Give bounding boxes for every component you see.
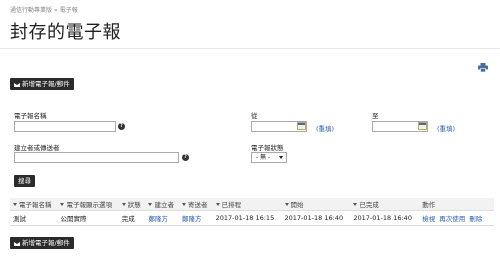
column-header[interactable]: 開始 [281, 198, 351, 211]
sort-arrow-icon [148, 203, 153, 206]
cell-sender[interactable]: 鄭隆方 [179, 210, 213, 226]
column-header[interactable]: 已完成 [350, 198, 420, 211]
column-header[interactable]: 寄送者 [179, 198, 213, 211]
to-label: 至 [372, 112, 379, 120]
search-button[interactable]: 搜尋 [14, 175, 35, 187]
name-input[interactable] [14, 121, 116, 132]
from-label: 從 [251, 112, 258, 120]
delete-link[interactable]: 刪除 [469, 215, 482, 223]
printer-icon[interactable] [478, 63, 488, 72]
status-select[interactable]: - 無 - [251, 152, 287, 163]
table-row: 測試 公開實際 完成 鄭隆方 鄭隆方 2017-01-18 16:15 2017… [10, 210, 494, 226]
new-newsletter-button[interactable]: 新增電子報/郵件 [10, 78, 74, 90]
new-newsletter-button-bottom[interactable]: 新增電子報/郵件 [10, 237, 74, 249]
table-header-row: 電子報名稱 電子報顯示選項 狀態 建立者 寄送者 已排程 開始 已完成 動作 [10, 198, 494, 211]
help-icon[interactable]: ? [118, 123, 125, 130]
name-label: 電子報名稱 [14, 112, 47, 120]
column-header[interactable]: 已排程 [212, 198, 282, 211]
column-header[interactable]: 電子報名稱 [10, 198, 58, 211]
cell-creator[interactable]: 鄭隆方 [145, 210, 180, 226]
cell-start: 2017-01-18 16:40 [281, 210, 351, 226]
results-table: 電子報名稱 電子報顯示選項 狀態 建立者 寄送者 已排程 開始 已完成 動作 測… [10, 198, 494, 226]
creator-input[interactable] [14, 152, 179, 163]
help-icon[interactable]: ? [182, 154, 189, 161]
from-reset-link[interactable]: (重填) [316, 123, 334, 133]
column-header[interactable]: 電子報顯示選項 [57, 198, 119, 211]
cell-done: 2017-01-18 16:40 [350, 210, 420, 226]
divider [0, 48, 500, 49]
column-header[interactable]: 建立者 [145, 198, 180, 211]
sort-arrow-icon [353, 203, 358, 206]
envelope-icon [14, 241, 20, 246]
cell-name: 測試 [10, 210, 58, 226]
breadcrumb-parent[interactable]: 通信行動專業版 [10, 7, 52, 14]
calendar-icon[interactable] [297, 122, 306, 130]
column-header[interactable]: 狀態 [118, 198, 146, 211]
to-reset-link[interactable]: (重填) [437, 123, 455, 133]
view-link[interactable]: 檢視 [422, 215, 435, 223]
page-title: 封存的電子報 [10, 22, 121, 43]
cell-scheduled: 2017-01-18 16:15 [212, 210, 282, 226]
breadcrumb-separator: » [54, 7, 58, 14]
sort-arrow-icon [121, 203, 126, 206]
status-label: 電子報狀態 [251, 144, 284, 152]
chevron-down-icon [279, 156, 283, 159]
cell-display: 公開實際 [57, 210, 119, 226]
envelope-icon [14, 82, 20, 87]
cell-status: 完成 [118, 210, 146, 226]
calendar-icon[interactable] [418, 122, 427, 130]
sort-arrow-icon [13, 203, 17, 206]
breadcrumb: 通信行動專業版» 電子報 [10, 5, 78, 14]
breadcrumb-current: 電子報 [59, 7, 78, 14]
creator-label: 建立者或傳送者 [14, 144, 60, 152]
column-header: 動作 [419, 198, 494, 211]
sort-arrow-icon [215, 203, 220, 206]
sort-arrow-icon [284, 203, 289, 206]
sort-arrow-icon [182, 203, 187, 206]
cell-actions: 檢視 再次使用 刪除 [419, 210, 494, 226]
reuse-link[interactable]: 再次使用 [439, 215, 465, 223]
sort-arrow-icon [60, 203, 65, 206]
